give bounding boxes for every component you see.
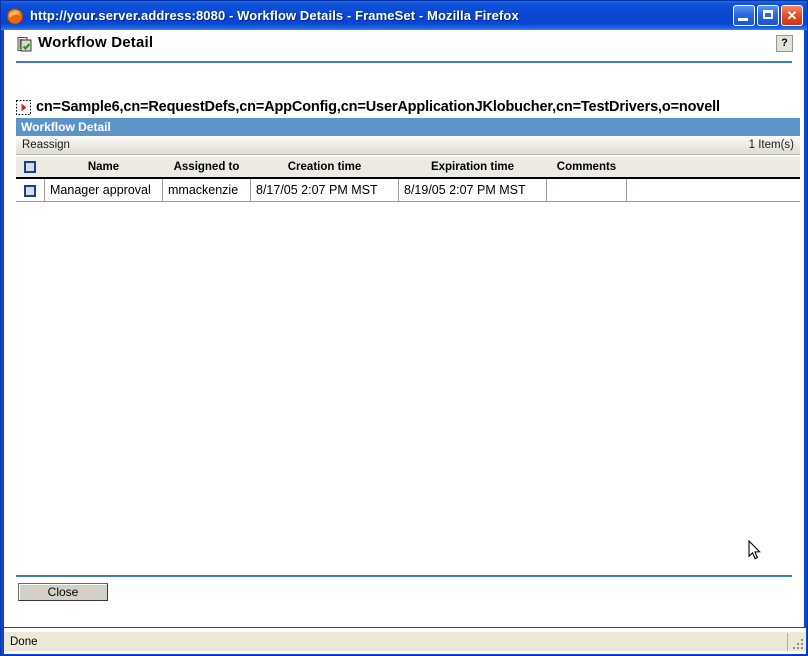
cell-spacer	[626, 178, 800, 202]
header-divider	[16, 61, 792, 63]
maximize-icon	[763, 10, 773, 19]
cell-comments	[546, 178, 627, 202]
select-all-header	[16, 157, 45, 179]
window-controls: ✕	[731, 5, 803, 26]
status-text: Done	[10, 635, 38, 648]
tree-expand-icon[interactable]	[16, 99, 31, 115]
window-title-bar[interactable]: http://your.server.address:8080 - Workfl…	[1, 1, 807, 30]
distinguished-name-text: cn=Sample6,cn=RequestDefs,cn=AppConfig,c…	[36, 99, 720, 115]
firefox-icon	[6, 7, 24, 25]
help-button[interactable]: ?	[776, 35, 793, 52]
cell-creation-time: 8/17/05 2:07 PM MST	[250, 178, 399, 202]
footer-divider	[16, 575, 792, 577]
column-header-expiration-time[interactable]: Expiration time	[398, 157, 547, 179]
status-bar: Done	[4, 628, 806, 654]
window-title-text: http://your.server.address:8080 - Workfl…	[30, 8, 519, 23]
column-header-comments[interactable]: Comments	[546, 157, 627, 179]
reassign-button[interactable]: Reassign	[22, 139, 70, 151]
column-header-assigned-to[interactable]: Assigned to	[162, 157, 251, 179]
minimize-icon	[738, 18, 748, 21]
page-header: Workflow Detail ?	[4, 30, 804, 61]
item-count-label: 1 Item(s)	[748, 139, 794, 151]
section-title-bar: Workflow Detail	[16, 118, 800, 136]
workflow-document-icon	[16, 36, 33, 53]
close-window-button[interactable]: ✕	[781, 5, 803, 26]
column-header-name[interactable]: Name	[44, 157, 163, 179]
cell-name: Manager approval	[44, 178, 163, 202]
distinguished-name-row: cn=Sample6,cn=RequestDefs,cn=AppConfig,c…	[16, 96, 792, 118]
status-separator	[787, 633, 788, 651]
table-header-row: Name Assigned to Creation time Expiratio…	[16, 157, 800, 179]
maximize-button[interactable]	[757, 5, 779, 26]
column-header-spacer	[626, 157, 800, 179]
row-checkbox[interactable]	[24, 184, 36, 197]
table-row[interactable]: Manager approval mmackenzie 8/17/05 2:07…	[16, 178, 800, 202]
cell-expiration-time: 8/19/05 2:07 PM MST	[398, 178, 547, 202]
page-title: Workflow Detail	[38, 34, 154, 51]
mouse-cursor	[748, 539, 762, 561]
close-button[interactable]: Close	[18, 583, 108, 601]
status-bar-inner: Done	[4, 631, 806, 651]
minimize-button[interactable]	[733, 5, 755, 26]
table-toolbar: Reassign 1 Item(s)	[16, 136, 800, 155]
row-select-cell	[16, 178, 45, 202]
cell-assigned-to: mmackenzie	[162, 178, 251, 202]
page-content: Workflow Detail ? cn=Sample6,cn=RequestD…	[4, 30, 804, 627]
column-header-creation-time[interactable]: Creation time	[250, 157, 399, 179]
resize-grip[interactable]	[790, 636, 804, 650]
close-icon: ✕	[786, 8, 798, 23]
workflow-activities-table: Name Assigned to Creation time Expiratio…	[16, 157, 800, 202]
select-all-checkbox[interactable]	[24, 160, 37, 173]
browser-window: http://your.server.address:8080 - Workfl…	[0, 0, 808, 656]
